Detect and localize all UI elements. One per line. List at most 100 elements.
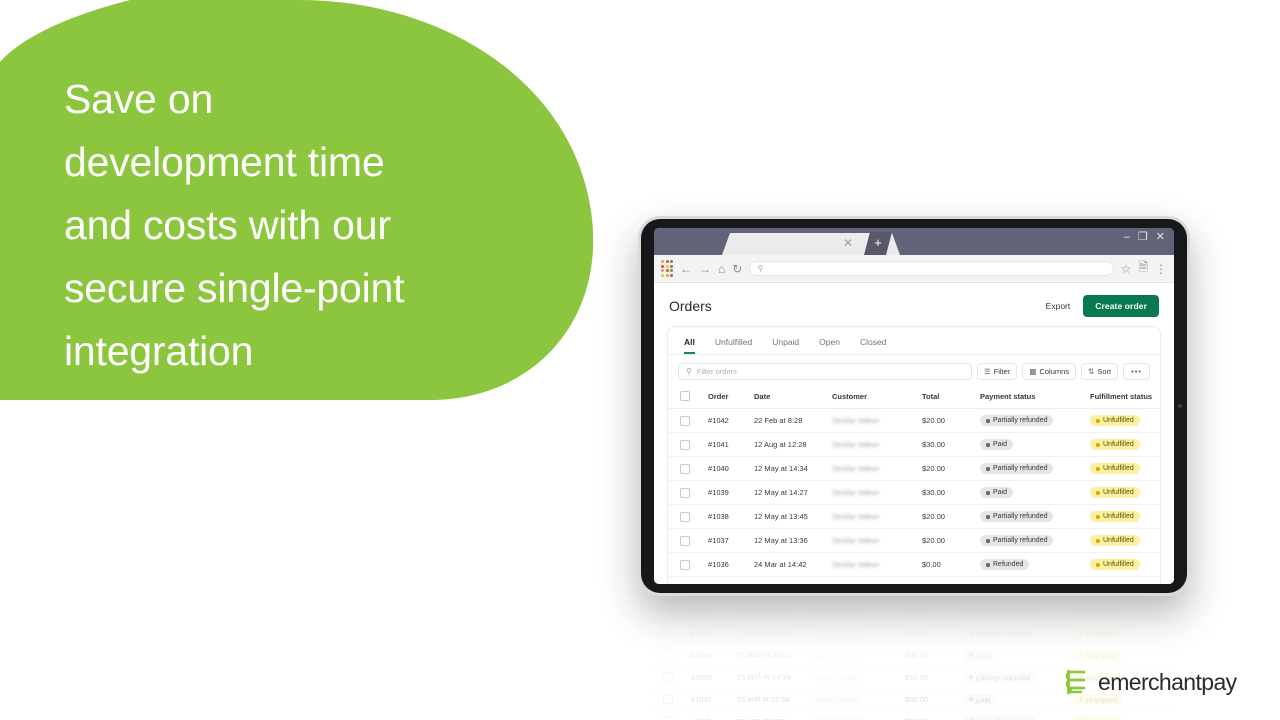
window-controls: – ❐ ✕: [1124, 232, 1165, 243]
table-row[interactable]: #1041 12 Aug at 12:28 Dimitar Nakov $30.00 P…: [668, 432, 1160, 457]
status-dot-icon: [1096, 562, 1100, 567]
cell-total: $20.00: [922, 456, 980, 481]
more-options-button[interactable]: •••: [1123, 363, 1150, 380]
payment-status-badge: Partially refunded: [980, 535, 1054, 546]
home-icon[interactable]: ⌂: [718, 263, 725, 275]
row-checkbox[interactable]: [680, 439, 690, 450]
row-select-cell: [668, 456, 708, 481]
export-button[interactable]: Export: [1046, 301, 1071, 311]
header-payment-status: Payment status: [980, 387, 1090, 409]
apps-grid-icon[interactable]: [661, 260, 673, 277]
table-row[interactable]: #1038 12 May at 13:45 Dimitar Nakov $20.00 P…: [668, 504, 1160, 529]
status-dot-icon: [986, 442, 990, 447]
payment-status-badge-cell: Partially refunded: [980, 408, 1090, 433]
row-checkbox[interactable]: [680, 559, 690, 570]
select-all-checkbox[interactable]: [680, 391, 690, 401]
customer-name-redacted: Dimitar Nakov: [832, 440, 880, 449]
bookmark-star-icon[interactable]: ☆: [1121, 262, 1132, 276]
columns-icon: ▩: [1029, 366, 1037, 376]
orders-table-head: Order Date Customer Total Payment status…: [668, 387, 1160, 409]
payment-status-badge-label: Partially refunded: [993, 513, 1048, 520]
status-dot-icon: [1096, 538, 1100, 543]
customer-name-redacted: Dimitar Nakov: [832, 416, 880, 425]
tablet-bezel: ✕ + – ❐ ✕ ← → ⌂ ↻ ⚲ ☆ 🗎 ⋮ Orders Export …: [641, 219, 1187, 593]
payment-status-badge: Partially refunded: [980, 415, 1054, 426]
table-row[interactable]: #1037 12 May at 13:36 Dimitar Nakov $20.00 P…: [668, 528, 1160, 553]
filter-button[interactable]: ☰ Filter: [976, 363, 1018, 380]
payment-status-badge: Partially refunded: [980, 511, 1054, 522]
fulfillment-status-badge: Unfulfilled: [1090, 535, 1140, 546]
cell-customer: Dimitar Nakov: [832, 552, 922, 577]
payment-status-badge-cell: Partially refunded: [980, 528, 1090, 553]
cell-order: #1041: [708, 432, 754, 457]
tab-closed[interactable]: Closed: [860, 337, 886, 355]
cell-customer: Dimitar Nakov: [832, 408, 922, 433]
row-select-cell: [668, 480, 708, 505]
cell-customer: Dimitar Nakov: [832, 504, 922, 529]
status-dot-icon: [986, 466, 990, 471]
customer-name-redacted: Dimitar Nakov: [832, 488, 880, 497]
payment-status-badge-label: Partially refunded: [993, 537, 1048, 544]
fulfillment-status-badge-label: Unfulfilled: [1103, 417, 1134, 424]
status-dot-icon: [1096, 490, 1100, 495]
tab-all[interactable]: All: [684, 337, 695, 354]
payment-status-badge-cell: Paid: [980, 480, 1090, 505]
minimize-icon[interactable]: –: [1124, 232, 1130, 243]
address-bar[interactable]: ⚲: [749, 261, 1114, 276]
cell-order: #1036: [708, 552, 754, 577]
filter-orders-input[interactable]: ⚲ Filter orders: [678, 363, 972, 380]
table-row[interactable]: #1040 12 May at 14:34 Dimitar Nakov $20.00 P…: [668, 456, 1160, 481]
window-close-icon[interactable]: ✕: [1156, 232, 1165, 243]
forward-icon[interactable]: →: [699, 263, 711, 275]
table-row[interactable]: #1042 22 Feb at 8:28 Dimitar Nakov $20.00 Pa…: [668, 408, 1160, 433]
cell-total: $20.00: [922, 408, 980, 433]
presentation-slide: Save on development time and costs with …: [0, 0, 1280, 720]
table-row[interactable]: #1039 12 May at 14:27 Dimitar Nakov $30.00 P…: [668, 480, 1160, 505]
status-dot-icon: [986, 538, 990, 543]
customer-name-redacted: Dimitar Nakov: [832, 464, 880, 473]
create-order-button[interactable]: Create order: [1083, 295, 1159, 317]
payment-status-badge-cell: Paid: [980, 432, 1090, 457]
cell-total: $30.00: [922, 432, 980, 457]
columns-button[interactable]: ▩ Columns: [1022, 363, 1077, 380]
table-header-row: Order Date Customer Total Payment status…: [668, 387, 1160, 409]
table-row[interactable]: #1036 24 Mar at 14:42 Dimitar Nakov $0.00 Re…: [668, 552, 1160, 577]
orders-card: All Unfulfilled Unpaid Open Closed ⚲ Filter …: [668, 327, 1160, 584]
sort-button[interactable]: ⇅ Sort: [1081, 363, 1119, 380]
page-title: Orders: [669, 298, 712, 314]
reflection-row: #1037 12 May at 13:36 Dimitar Nakov $20.00 P…: [651, 600, 1175, 622]
header-date: Date: [754, 387, 832, 409]
cell-total: $20.00: [922, 504, 980, 529]
slide-headline: Save on development time and costs with …: [64, 76, 405, 374]
row-checkbox[interactable]: [680, 511, 690, 522]
row-checkbox[interactable]: [680, 463, 690, 474]
tab-unpaid[interactable]: Unpaid: [772, 337, 799, 355]
tab-open[interactable]: Open: [819, 337, 840, 355]
cell-date: 12 May at 13:45: [754, 504, 832, 529]
customer-name-redacted: Dimitar Nakov: [832, 560, 880, 569]
page-icon[interactable]: 🗎: [1138, 258, 1148, 279]
back-icon[interactable]: ←: [680, 263, 692, 275]
fulfillment-status-badge-label: Unfulfilled: [1103, 465, 1134, 472]
filter-button-label: Filter: [993, 367, 1011, 376]
row-checkbox[interactable]: [680, 535, 690, 546]
status-dot-icon: [986, 514, 990, 519]
sort-icon: ⇅: [1088, 366, 1095, 376]
status-dot-icon: [986, 562, 990, 567]
tab-unfulfilled[interactable]: Unfulfilled: [715, 337, 752, 355]
tablet-screen: ✕ + – ❐ ✕ ← → ⌂ ↻ ⚲ ☆ 🗎 ⋮ Orders Export …: [654, 228, 1174, 584]
restore-icon[interactable]: ❐: [1138, 232, 1148, 243]
cell-total: $20.00: [922, 528, 980, 553]
page-actions: Export Create order: [1046, 295, 1159, 317]
cell-customer: Dimitar Nakov: [832, 432, 922, 457]
header-total: Total: [922, 387, 980, 409]
row-select-cell: [668, 504, 708, 529]
close-icon[interactable]: ✕: [842, 237, 854, 249]
row-checkbox[interactable]: [680, 487, 690, 498]
reload-icon[interactable]: ↻: [732, 263, 742, 275]
fulfillment-status-badge: Unfulfilled: [1090, 439, 1140, 450]
browser-menu-icon[interactable]: ⋮: [1155, 262, 1167, 276]
row-checkbox[interactable]: [680, 415, 690, 426]
payment-status-badge-label: Paid: [993, 441, 1008, 448]
fulfillment-status-badge-cell: Unfulfilled: [1090, 552, 1160, 577]
